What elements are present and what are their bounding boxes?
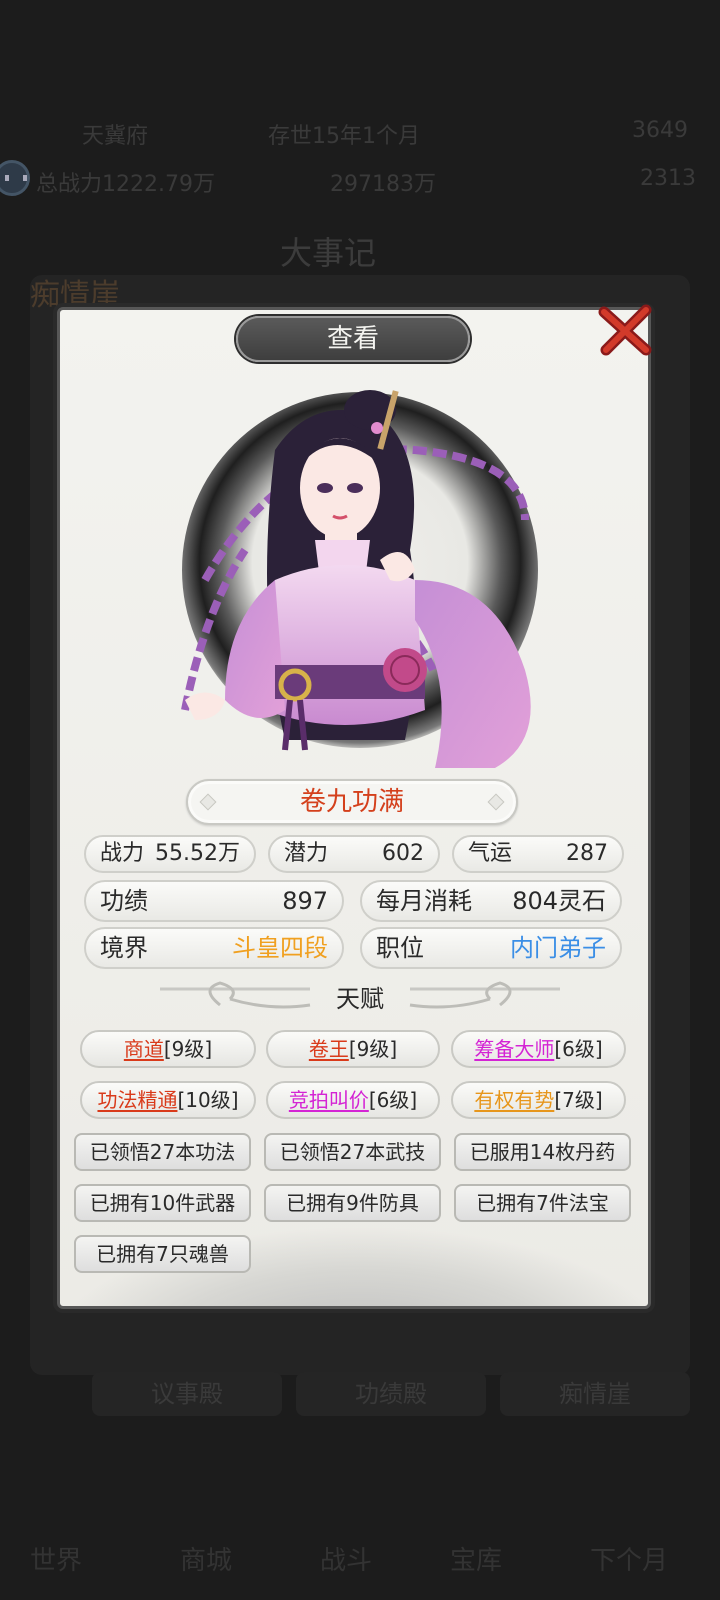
achievement-tag[interactable]: 已领悟27本武技 (264, 1133, 441, 1171)
diamond-ornament-right (487, 793, 505, 811)
diamond-ornament-left (199, 793, 217, 811)
character-portrait (181, 390, 538, 768)
achievement-tag[interactable]: 已领悟27本功法 (74, 1133, 251, 1171)
bg-total-power: 总战力1222.79万 (36, 172, 215, 197)
bg-tab-1: 议事殿 (92, 1372, 282, 1416)
achievement-tag[interactable]: 已拥有7只魂兽 (74, 1235, 251, 1273)
talent-tag[interactable]: 筹备大师[6级] (451, 1030, 626, 1068)
talent-name: 卷王 (308, 1037, 349, 1061)
stat-combat-power: 战力 55.52万 (84, 835, 256, 873)
bg-place-name: 天冀府 (82, 124, 149, 149)
bg-tab-2: 功绩殿 (296, 1372, 486, 1416)
bg-value-1: 3649 (632, 118, 688, 143)
talent-name: 商道 (123, 1037, 164, 1061)
character-name-text: 卷九功满 (299, 787, 404, 817)
talent-level: [6级] (368, 1088, 418, 1112)
talent-name: 竞拍叫价 (288, 1088, 369, 1112)
close-icon[interactable] (596, 302, 656, 358)
stat-value: 55.52万 (155, 841, 240, 866)
stat-label: 境界 (100, 934, 148, 962)
stat-label: 职位 (376, 934, 424, 962)
background-status-bar: 天冀府 存世15年1个月 3649 总战力1222.79万 297183万 23… (0, 110, 720, 210)
stat-luck: 气运 287 (452, 835, 624, 873)
talent-tag[interactable]: 卷王[9级] (266, 1030, 440, 1068)
talent-section-title: 天赋 (336, 985, 384, 1013)
talent-name: 功法精通 (97, 1088, 178, 1112)
stat-value: 897 (282, 887, 328, 915)
stat-label: 气运 (468, 841, 513, 866)
achievement-tag[interactable]: 已拥有10件武器 (74, 1184, 251, 1222)
bg-value-2: 2313 (640, 166, 696, 191)
stat-value: 804灵石 (512, 887, 606, 915)
talent-level: [7级] (554, 1088, 603, 1112)
bg-resource: 297183万 (330, 172, 436, 197)
background-status-row-2: 总战力1222.79万 297183万 2313 (0, 158, 720, 202)
bg-nav-5: 下个月 (590, 1546, 669, 1576)
bg-time: 存世15年1个月 (268, 124, 420, 149)
stat-label: 潜力 (284, 841, 329, 866)
stat-label: 每月消耗 (376, 887, 472, 915)
achievement-tag[interactable]: 已拥有7件法宝 (454, 1184, 631, 1222)
stat-monthly-upkeep: 每月消耗 804灵石 (360, 880, 622, 922)
talent-level: [6级] (554, 1037, 603, 1061)
background-bottom-nav: 世界 商城 战斗 宝库 下个月 (0, 1500, 720, 1600)
stat-value: 斗皇四段 (232, 934, 328, 962)
stat-position: 职位 内门弟子 (360, 927, 622, 969)
bg-nav-1: 世界 (30, 1546, 83, 1576)
achievement-tag[interactable]: 已拥有9件防具 (264, 1184, 441, 1222)
stat-label: 功绩 (100, 887, 148, 915)
stat-value: 602 (382, 841, 424, 866)
achievement-tag[interactable]: 已服用14枚丹药 (454, 1133, 631, 1171)
bg-nav-4: 宝库 (450, 1546, 503, 1576)
talent-tag[interactable]: 功法精通[10级] (80, 1081, 256, 1119)
modal-title: 查看 (236, 316, 470, 362)
talent-name: 有权有势 (474, 1088, 555, 1112)
stat-value: 内门弟子 (510, 934, 606, 962)
character-name: 卷九功满 (186, 779, 518, 825)
talent-name: 筹备大师 (474, 1037, 555, 1061)
bg-nav-3: 战斗 (320, 1546, 373, 1576)
bg-tab-3: 痴情崖 (500, 1372, 690, 1416)
talent-tag[interactable]: 竞拍叫价[6级] (266, 1081, 440, 1119)
stat-realm: 境界 斗皇四段 (84, 927, 344, 969)
bg-nav-2: 商城 (180, 1546, 233, 1576)
stat-potential: 潜力 602 (268, 835, 440, 873)
talent-level: [10级] (177, 1088, 239, 1112)
talent-level: [9级] (163, 1037, 213, 1061)
talent-tag[interactable]: 有权有势[7级] (451, 1081, 626, 1119)
stat-label: 战力 (100, 841, 145, 866)
talent-level: [9级] (348, 1037, 398, 1061)
background-panel-title: 大事记 (280, 234, 377, 272)
stat-merit: 功绩 897 (84, 880, 344, 922)
stat-value: 287 (566, 841, 608, 866)
background-status-row-1: 天冀府 存世15年1个月 3649 (0, 110, 720, 154)
talent-tag[interactable]: 商道[9级] (80, 1030, 256, 1068)
